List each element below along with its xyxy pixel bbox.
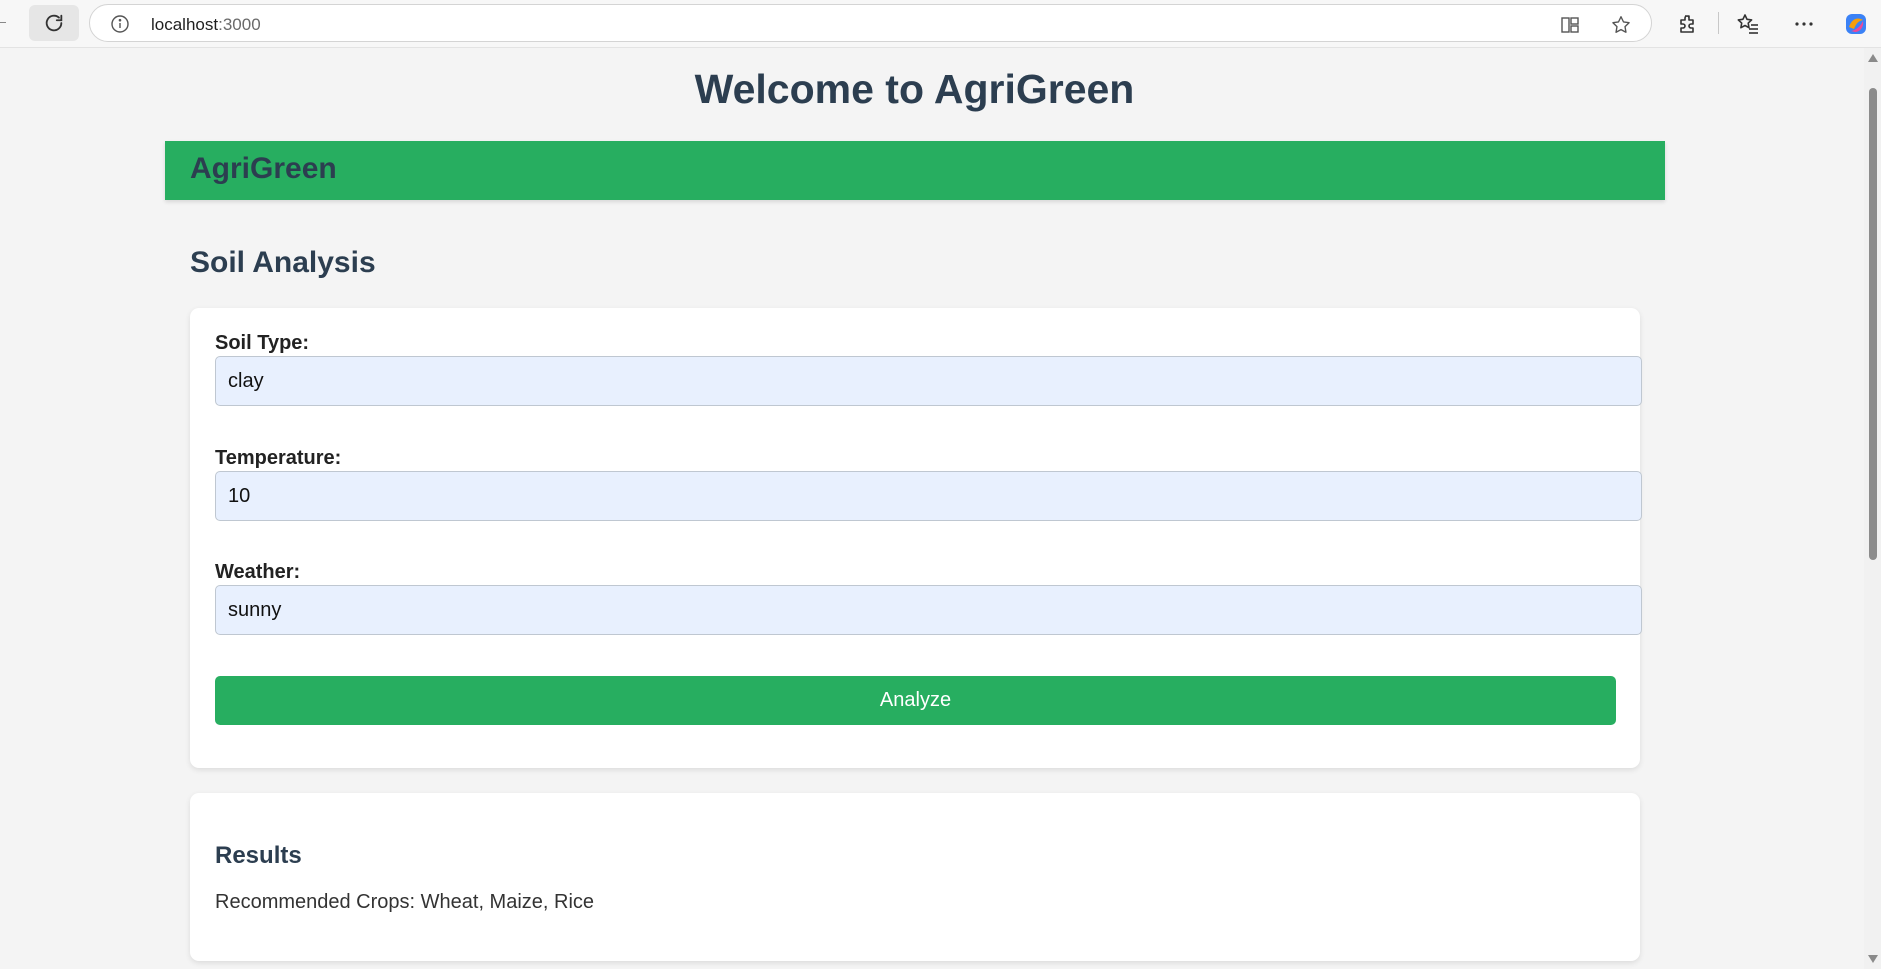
recommended-crops-text: Recommended Crops: Wheat, Maize, Rice: [215, 891, 595, 913]
site-info-icon[interactable]: [110, 14, 130, 34]
app-header: AgriGreen: [165, 141, 1665, 200]
favorite-star-icon[interactable]: [1610, 14, 1632, 36]
results-title: Results: [215, 842, 302, 869]
url-text[interactable]: localhost:3000: [151, 15, 261, 35]
soil-type-input[interactable]: [215, 356, 1642, 406]
more-options-icon[interactable]: [1791, 11, 1817, 37]
soil-type-label: Soil Type:: [215, 332, 310, 354]
address-bar[interactable]: localhost:3000: [89, 4, 1652, 42]
copilot-icon[interactable]: [1843, 11, 1869, 37]
scroll-down-arrow-icon[interactable]: [1868, 955, 1878, 963]
results-card: Results Recommended Crops: Wheat, Maize,…: [190, 793, 1640, 961]
page-scrollbar[interactable]: [1864, 48, 1881, 969]
scrollbar-thumb[interactable]: [1869, 88, 1877, 560]
extensions-icon[interactable]: [1675, 11, 1701, 37]
back-button-edge[interactable]: [0, 22, 6, 23]
soil-analysis-form: Soil Type: Temperature: Weather: Analyze: [190, 308, 1642, 768]
reload-button[interactable]: [29, 5, 79, 41]
weather-label: Weather:: [215, 561, 301, 583]
reload-icon: [45, 14, 63, 32]
soil-analysis-title: Soil Analysis: [190, 246, 376, 279]
temperature-label: Temperature:: [215, 447, 342, 469]
analyze-button[interactable]: Analyze: [215, 676, 1616, 725]
app-brand: AgriGreen: [190, 152, 337, 185]
split-screen-icon[interactable]: [1559, 14, 1581, 36]
url-port: :3000: [218, 15, 261, 34]
weather-input[interactable]: [215, 585, 1642, 635]
page-title: Welcome to AgriGreen: [694, 66, 1135, 112]
toolbar-separator: [1718, 12, 1719, 34]
temperature-input[interactable]: [215, 471, 1642, 521]
browser-toolbar: localhost:3000: [0, 0, 1881, 48]
url-host: localhost: [151, 15, 219, 34]
scroll-up-arrow-icon[interactable]: [1868, 54, 1878, 62]
favorites-list-icon[interactable]: [1735, 11, 1761, 37]
